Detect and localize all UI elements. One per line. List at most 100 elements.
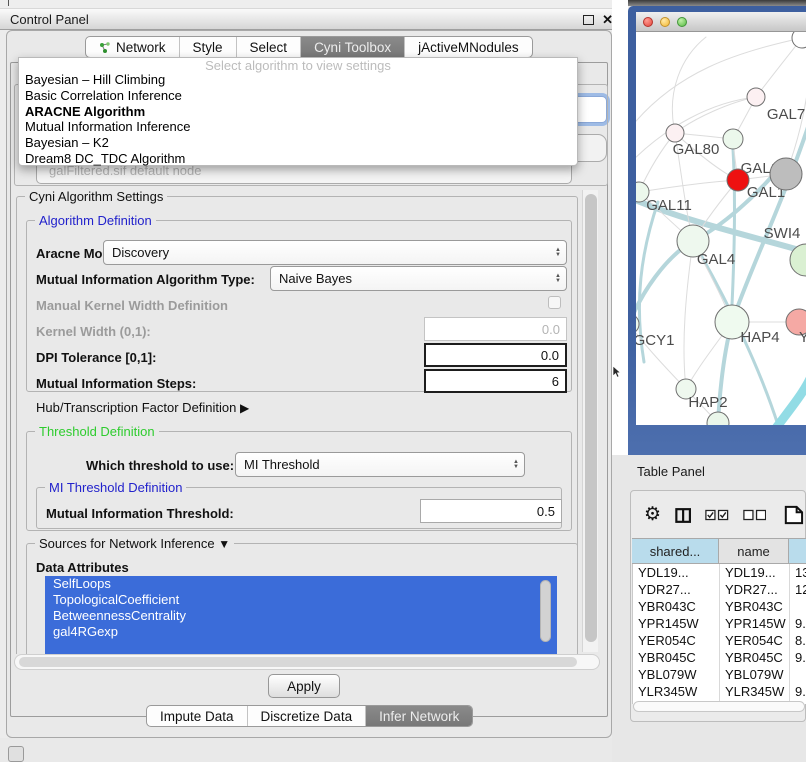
mi-threshold-field[interactable]: 0.5: [420, 499, 562, 523]
table-cell: 9.: [790, 649, 806, 666]
close-traffic-light-icon[interactable]: [643, 17, 653, 27]
chevron-right-icon: ▶: [240, 401, 249, 415]
tab-network[interactable]: Network: [86, 37, 180, 57]
gear-icon[interactable]: ⚙: [644, 505, 661, 525]
column-header-shared[interactable]: shared...: [632, 539, 719, 563]
document-icon[interactable]: [784, 504, 806, 526]
table-row[interactable]: YER054CYER054C8.: [633, 632, 806, 649]
table-cell: [790, 598, 806, 615]
minimize-traffic-light-icon[interactable]: [660, 17, 670, 27]
kernel-width-field[interactable]: 0.0: [424, 317, 567, 341]
network-node-gal10[interactable]: [723, 129, 743, 149]
column-header-name[interactable]: name: [719, 539, 789, 563]
network-edge[interactable]: [639, 180, 738, 192]
aracne-mode-combobox[interactable]: Discovery ▲▼: [103, 240, 567, 265]
list-scrollbar-thumb[interactable]: [540, 580, 551, 642]
algorithm-option-bayesian-k2[interactable]: Bayesian – K2: [19, 135, 577, 151]
column-header-a[interactable]: A: [789, 539, 806, 563]
tab-cyni-toolbox[interactable]: Cyni Toolbox: [301, 37, 405, 57]
network-node[interactable]: [770, 158, 802, 190]
mi-steps-field[interactable]: 6: [424, 369, 567, 393]
tab-infer-network[interactable]: Infer Network: [366, 706, 472, 726]
settings-hscroll-thumb[interactable]: [19, 657, 577, 667]
table-cell: YDL19...: [720, 564, 790, 581]
tab-impute-data[interactable]: Impute Data: [147, 706, 248, 726]
attribute-item-betweennesscentrality[interactable]: BetweennessCentrality: [45, 608, 557, 624]
settings-vscroll-thumb[interactable]: [585, 194, 597, 642]
control-panel-titlebar: Control Panel ✕: [0, 8, 620, 30]
which-threshold-combobox[interactable]: MI Threshold ▲▼: [235, 452, 525, 477]
attribute-item-topologicalcoefficient[interactable]: TopologicalCoefficient: [45, 592, 557, 608]
table-toolbar: ⚙: [644, 502, 806, 528]
dropdown-placeholder: Select algorithm to view settings: [19, 58, 577, 72]
which-threshold-value: MI Threshold: [244, 457, 320, 472]
table-horizontal-scrollbar[interactable]: [633, 701, 805, 712]
float-window-icon[interactable]: [583, 15, 594, 25]
table-cell: YER054C: [720, 632, 790, 649]
attribute-item-selfloops[interactable]: SelfLoops: [45, 576, 557, 592]
dpi-tolerance-value: 0.0: [541, 348, 559, 363]
table-cell: YBL079W: [633, 666, 720, 683]
checked-checkboxes-icon[interactable]: [705, 509, 729, 521]
node-label-gal80: GAL80: [673, 141, 720, 158]
tab-label: Select: [250, 40, 288, 55]
algorithm-option-aracne-algorithm[interactable]: ARACNE Algorithm: [19, 104, 577, 120]
table-cell: YER054C: [633, 632, 720, 649]
algorithm-option-dream8-dc-tdc-algorithm[interactable]: Dream8 DC_TDC Algorithm: [19, 151, 577, 167]
manual-kernel-checkbox[interactable]: [548, 296, 561, 309]
algorithm-option-mutual-information-inference[interactable]: Mutual Information Inference: [19, 119, 577, 135]
attribute-item-gal4rgexp[interactable]: gal4RGexp: [45, 624, 557, 640]
split-columns-icon[interactable]: [675, 507, 691, 524]
table-cell: YDL19...: [633, 564, 720, 581]
table-row[interactable]: YLR345WYLR345W9.: [633, 683, 806, 700]
node-label-swi4: SWI4: [764, 225, 801, 242]
zoom-traffic-light-icon[interactable]: [677, 17, 687, 27]
tab-discretize-data[interactable]: Discretize Data: [248, 706, 367, 726]
node-label-gal7: GAL7: [767, 106, 805, 123]
table-row[interactable]: YDL19...YDL19...13: [633, 564, 806, 581]
table-cell: 9.: [790, 683, 806, 700]
settings-horizontal-scrollbar[interactable]: [14, 654, 600, 670]
network-node[interactable]: [707, 412, 729, 425]
settings-viewport: Cyni Algorithm Settings Algorithm Defini…: [14, 188, 600, 654]
table-row[interactable]: YBL079WYBL079W: [633, 666, 806, 683]
cyni-settings-title: Cyni Algorithm Settings: [25, 189, 167, 204]
network-node-gal80[interactable]: [666, 124, 684, 142]
tab-select[interactable]: Select: [237, 37, 302, 57]
table-cell: 12: [790, 581, 806, 598]
table-row[interactable]: YDR27...YDR27...12: [633, 581, 806, 598]
network-node[interactable]: [792, 32, 806, 48]
table-header-row: shared...nameA: [632, 538, 806, 564]
table-row[interactable]: YBR043CYBR043C: [633, 598, 806, 615]
table-row[interactable]: YBR045CYBR045C9.: [633, 649, 806, 666]
settings-vertical-scrollbar[interactable]: [582, 190, 598, 652]
network-edge[interactable]: [756, 38, 802, 97]
network-edge[interactable]: [776, 370, 806, 425]
network-node-gal7[interactable]: [747, 88, 765, 106]
sources-title-text: Sources for Network Inference: [39, 536, 215, 551]
algorithm-option-bayesian-hill-climbing[interactable]: Bayesian – Hill Climbing: [19, 72, 577, 88]
node-label-y: Y: [799, 329, 806, 346]
algorithm-option-basic-correlation-inference[interactable]: Basic Correlation Inference: [19, 88, 577, 104]
apply-button[interactable]: Apply: [268, 674, 340, 698]
network-node-gal1[interactable]: [727, 169, 749, 191]
network-canvas[interactable]: GAL7GAL80GAL10GAL1GAL11GAL4SWI4GCY1HAP4Y…: [636, 32, 806, 425]
sources-title[interactable]: Sources for Network Inference ▼: [35, 536, 234, 551]
network-edge[interactable]: [675, 97, 756, 133]
unchecked-checkboxes-icon[interactable]: [743, 509, 767, 521]
dpi-tolerance-field[interactable]: 0.0: [424, 343, 567, 367]
table-cell: YDR27...: [720, 581, 790, 598]
mi-type-combobox[interactable]: Naive Bayes ▲▼: [270, 266, 567, 291]
table-cell: [790, 666, 806, 683]
data-attributes-list[interactable]: SelfLoopsTopologicalCoefficientBetweenne…: [45, 576, 557, 654]
algorithm-dropdown: Select algorithm to view settings Bayesi…: [18, 57, 578, 166]
collapsed-panel-icon[interactable]: [8, 746, 24, 762]
tab-style[interactable]: Style: [180, 37, 237, 57]
table-row[interactable]: YPR145WYPR145W9.: [633, 615, 806, 632]
table-cell: YBL079W: [720, 666, 790, 683]
tab-jactivemnodules[interactable]: jActiveMNodules: [405, 37, 532, 57]
table-cell: YDR27...: [633, 581, 720, 598]
manual-kernel-label: Manual Kernel Width Definition: [36, 298, 228, 313]
network-edge[interactable]: [684, 241, 693, 389]
hub-expander[interactable]: Hub/Transcription Factor Definition ▶: [36, 400, 249, 415]
